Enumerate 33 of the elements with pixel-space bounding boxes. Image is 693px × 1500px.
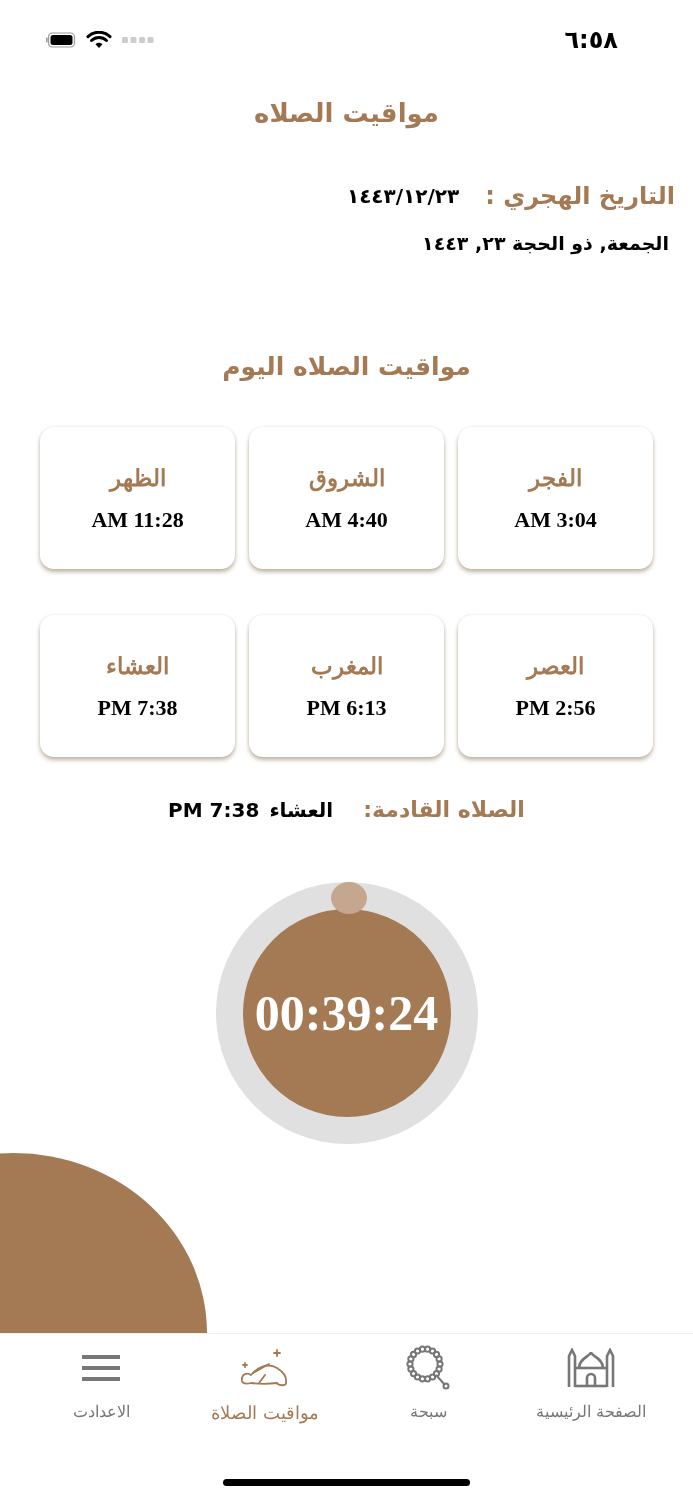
prayer-time: AM 3:04 <box>514 506 597 533</box>
prayer-name: الفجر <box>529 463 582 491</box>
prayer-name: الشروق <box>308 463 385 491</box>
next-prayer-label: الصلاه القادمة: <box>363 797 525 822</box>
section-title: مواقيت الصلاه اليوم <box>221 352 472 381</box>
date-line: الجمعة, ذو الحجة ٢٣, ١٤٤٣ <box>421 232 670 254</box>
tab-item[interactable]: سبحة <box>358 1344 499 1421</box>
prayer-time: PM 2:56 <box>515 694 596 721</box>
prayer-name: العصر <box>527 651 584 679</box>
menu-icon <box>81 1353 122 1383</box>
prayer-name: الظهر <box>109 463 166 491</box>
prayer-time: AM 4:40 <box>305 506 388 533</box>
tab-item[interactable]: الاعدادت <box>31 1344 172 1421</box>
status-time: ٦:٥٨ <box>564 26 618 54</box>
hijri-date: ١٤٤٣/١٢/٢٣ <box>346 184 460 208</box>
prayer-name: المغرب <box>310 651 383 679</box>
prayer-time: PM 6:13 <box>306 694 387 721</box>
wifi-icon <box>86 31 112 49</box>
battery-icon <box>46 32 76 48</box>
prayer-time: AM 11:28 <box>91 506 184 533</box>
page-title: مواقيت الصلاه <box>253 98 440 128</box>
signal-icon <box>122 37 154 43</box>
prayer-name: العشاء <box>106 651 169 679</box>
prayer-beads-icon <box>405 1345 452 1391</box>
tab-item[interactable]: الصفحة الرئيسية <box>521 1344 662 1421</box>
next-prayer-time: PM 7:38 <box>168 797 260 822</box>
next-prayer-name: العشاء <box>269 797 334 822</box>
progress-knob <box>330 882 367 914</box>
mosque-icon <box>567 1348 616 1388</box>
prayer-time: PM 7:38 <box>97 694 178 721</box>
hijri-label: التاريخ الهجري : <box>485 182 675 210</box>
tab-item[interactable]: مواقيت الصلاة <box>194 1344 335 1423</box>
countdown-text: 00:39:24 <box>254 984 439 1042</box>
